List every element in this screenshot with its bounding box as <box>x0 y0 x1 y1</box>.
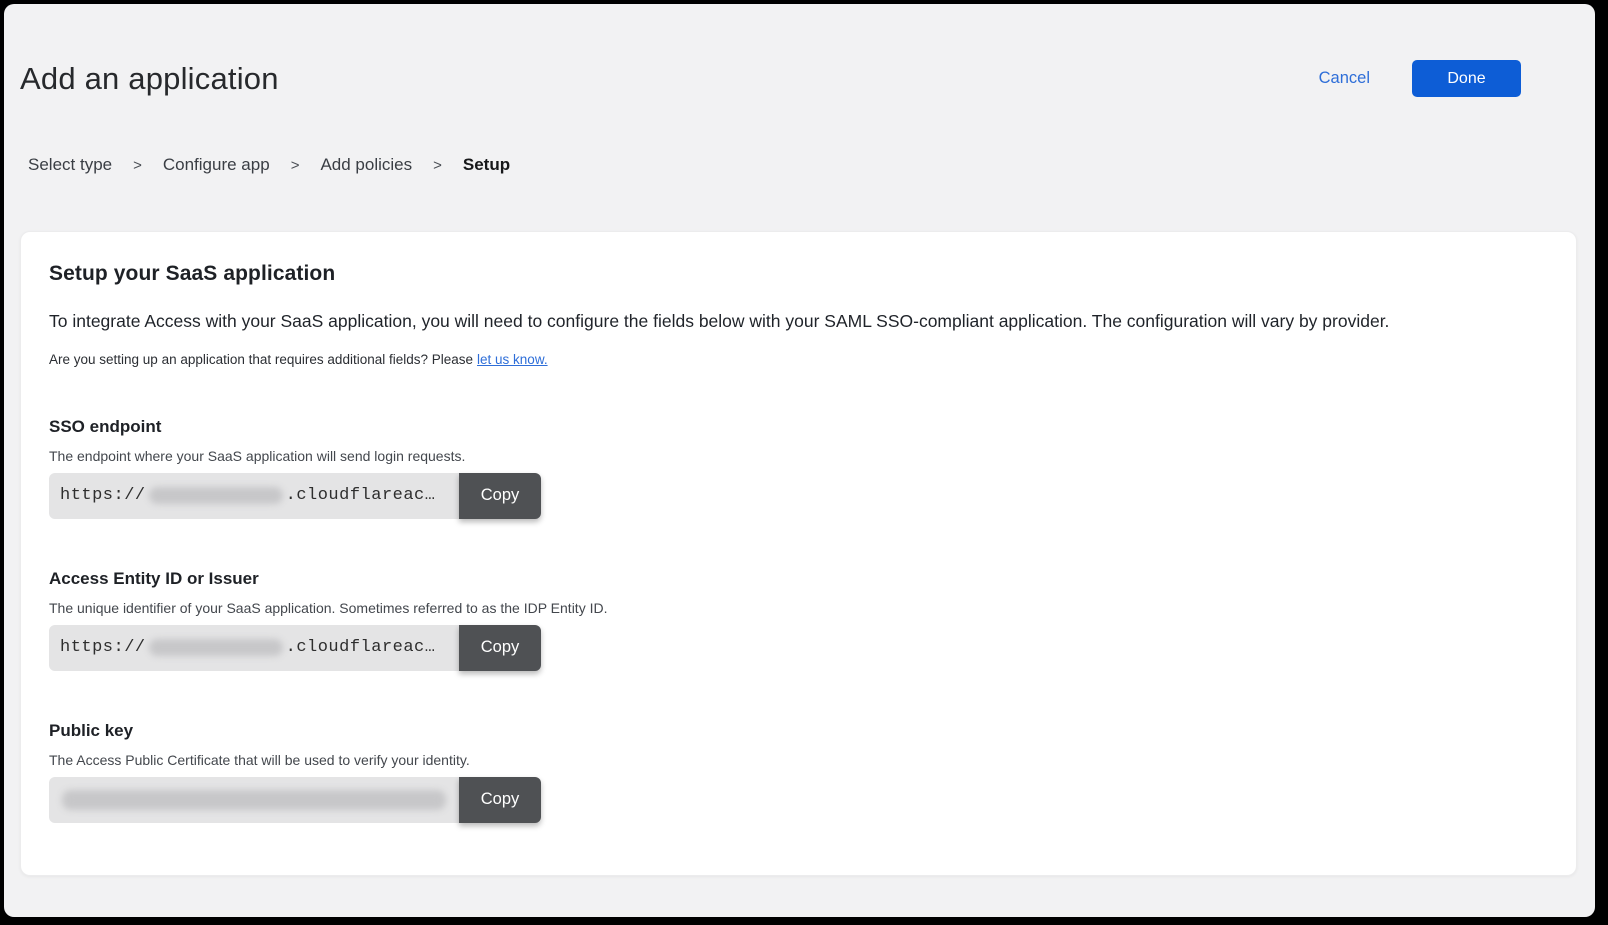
field-public-key: Public key The Access Public Certificate… <box>49 721 1548 823</box>
value-prefix: https:// <box>60 486 146 505</box>
field-label: Access Entity ID or Issuer <box>49 569 1548 589</box>
setup-card: Setup your SaaS application To integrate… <box>20 231 1577 876</box>
field-label: Public key <box>49 721 1548 741</box>
access-entity-id-value-row: https:// .cloudflareac… Copy <box>49 625 541 671</box>
breadcrumb-step-select-type[interactable]: Select type <box>28 155 112 175</box>
copy-button[interactable]: Copy <box>459 777 541 823</box>
card-intro-text: To integrate Access with your SaaS appli… <box>49 310 1548 334</box>
header-actions: Cancel Done <box>1319 60 1521 97</box>
breadcrumb-step-setup[interactable]: Setup <box>463 155 510 175</box>
copy-button[interactable]: Copy <box>459 473 541 519</box>
note-text: Are you setting up an application that r… <box>49 352 473 367</box>
breadcrumb-step-add-policies[interactable]: Add policies <box>320 155 412 175</box>
cancel-button[interactable]: Cancel <box>1319 69 1370 88</box>
public-key-value-row: Copy <box>49 777 541 823</box>
field-description: The endpoint where your SaaS application… <box>49 448 1548 464</box>
let-us-know-link[interactable]: let us know. <box>477 352 548 367</box>
sso-endpoint-value[interactable]: https:// .cloudflareac… <box>49 473 459 519</box>
done-button[interactable]: Done <box>1412 60 1521 97</box>
public-key-value[interactable] <box>49 777 459 823</box>
breadcrumb-separator: > <box>433 157 442 174</box>
additional-fields-note: Are you setting up an application that r… <box>49 352 1548 367</box>
breadcrumb-separator: > <box>133 157 142 174</box>
value-suffix: .cloudflareac… <box>286 486 436 505</box>
field-label: SSO endpoint <box>49 417 1548 437</box>
redacted-value <box>62 790 446 810</box>
breadcrumb-separator: > <box>291 157 300 174</box>
value-suffix: .cloudflareac… <box>286 638 436 657</box>
redacted-value <box>149 487 283 504</box>
field-description: The unique identifier of your SaaS appli… <box>49 600 1548 616</box>
sso-endpoint-value-row: https:// .cloudflareac… Copy <box>49 473 541 519</box>
field-description: The Access Public Certificate that will … <box>49 752 1548 768</box>
page-title: Add an application <box>20 61 279 97</box>
field-sso-endpoint: SSO endpoint The endpoint where your Saa… <box>49 417 1548 519</box>
page-header: Add an application Cancel Done <box>20 60 1521 97</box>
field-access-entity-id: Access Entity ID or Issuer The unique id… <box>49 569 1548 671</box>
breadcrumb: Select type > Configure app > Add polici… <box>28 155 1595 175</box>
access-entity-id-value[interactable]: https:// .cloudflareac… <box>49 625 459 671</box>
app-window: Add an application Cancel Done Select ty… <box>4 4 1595 917</box>
value-prefix: https:// <box>60 638 146 657</box>
breadcrumb-step-configure-app[interactable]: Configure app <box>163 155 270 175</box>
copy-button[interactable]: Copy <box>459 625 541 671</box>
redacted-value <box>149 639 283 656</box>
card-heading: Setup your SaaS application <box>49 262 1548 286</box>
